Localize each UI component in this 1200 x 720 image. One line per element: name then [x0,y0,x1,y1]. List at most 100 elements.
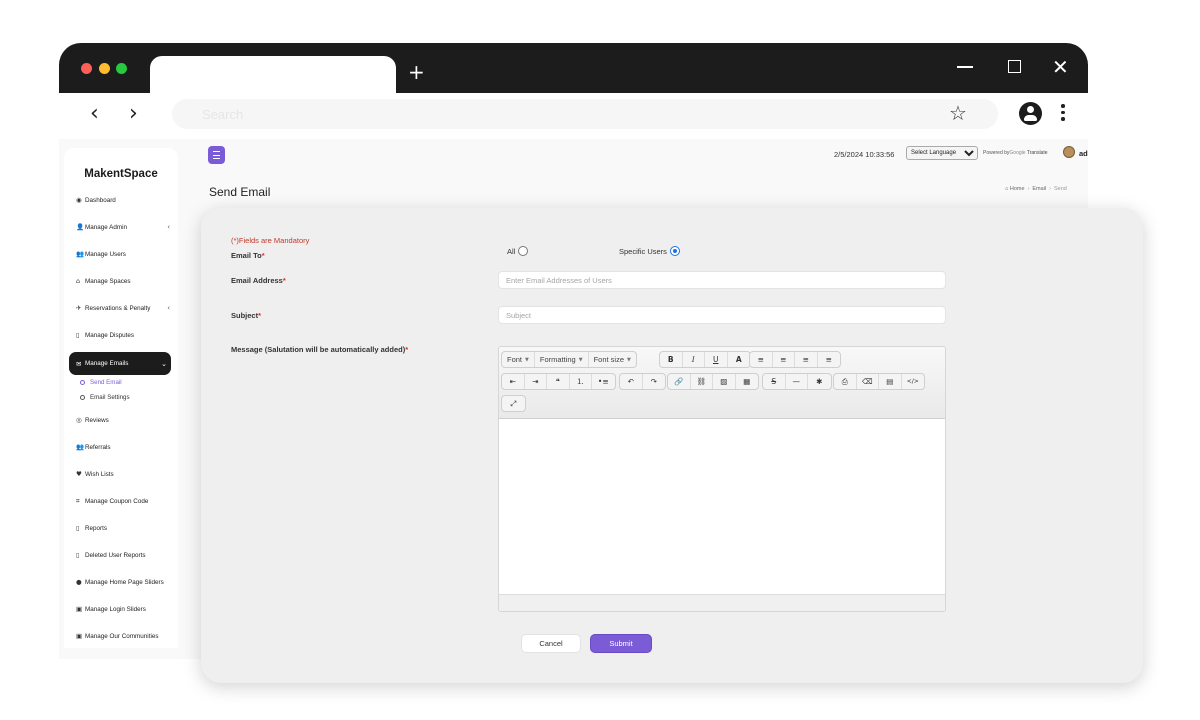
required-mark: * [261,251,265,260]
current-datetime: 2/5/2024 10:33:56 [834,150,895,159]
maximize-icon[interactable] [1008,60,1021,73]
blockquote-icon[interactable]: ❝ [547,374,570,389]
sidebar-subitem-label: Send Email [90,379,122,386]
user-avatar[interactable] [1063,146,1075,158]
profile-icon[interactable] [1019,102,1042,125]
forward-icon[interactable]: › [129,101,138,126]
browser-menu-icon[interactable] [1061,104,1065,124]
sidebar-item-reservations[interactable]: ✈ Reservations & Penalty ‹ [76,304,174,312]
image-icon[interactable]: ▨ [713,374,736,389]
table-icon[interactable]: ▦ [736,374,759,389]
justify-icon[interactable]: ≡ [818,352,841,367]
align-left-icon[interactable]: ≡ [750,352,773,367]
sidebar-item-reports[interactable]: ▯ Reports [76,524,174,532]
outdent-icon[interactable]: ⇤ [502,374,525,389]
sidebar-item-manage-disputes[interactable]: ▯ Manage Disputes [76,331,174,339]
bold-icon[interactable]: B [660,352,683,367]
browser-tab[interactable] [150,56,396,93]
formatting-dropdown[interactable]: Formatting ▼ [535,352,589,367]
numbered-list-icon[interactable]: ⒈ [570,374,592,389]
eraser-icon[interactable]: ⌫ [857,374,879,389]
bullet-list-icon[interactable]: •≡ [592,374,615,389]
document-icon[interactable]: ▤ [879,374,902,389]
list-group: ⇤ ⇥ ❝ ⒈ •≡ [501,373,616,390]
minimize-window-dot[interactable] [99,63,110,74]
editor-content-area[interactable] [499,419,945,594]
home-icon: ⌂ [76,277,81,285]
indent-icon[interactable]: ⇥ [525,374,547,389]
sidebar-subitem-email-settings[interactable]: Email Settings [80,394,130,401]
sidebar-item-manage-emails[interactable]: ✉ Manage Emails ⌄ [69,352,171,375]
sidebar-item-label: Deleted User Reports [85,551,146,559]
circle-icon [80,380,85,385]
sidebar-item-home-sliders[interactable]: ● Manage Home Page Sliders [76,578,174,586]
unlink-icon[interactable]: ⛓ [691,374,713,389]
sidebar-item-label: Dashboard [85,196,116,204]
translate-link[interactable]: Translate [1027,150,1048,156]
undo-icon[interactable]: ↶ [620,374,643,389]
sidebar-subitem-label: Email Settings [90,394,130,401]
sidebar-item-our-communities[interactable]: ▣ Manage Our Communities [76,632,174,640]
redo-icon[interactable]: ↷ [643,374,666,389]
sidebar-item-manage-admin[interactable]: 👤 Manage Admin ‹ [76,223,174,231]
menu-toggle-button[interactable] [208,146,225,164]
sidebar-item-login-sliders[interactable]: ▣ Manage Login Sliders [76,605,174,613]
sidebar-item-manage-spaces[interactable]: ⌂ Manage Spaces [76,277,174,285]
message-editor: Font ▼ Formatting ▼ Font size ▼ B I U A ≡ ≡… [498,346,946,612]
file-icon: ▯ [76,551,80,559]
new-tab-icon[interactable]: + [408,60,425,84]
sidebar-item-coupon-code[interactable]: ⌗ Manage Coupon Code [76,497,174,506]
submit-button[interactable]: Submit [590,634,652,653]
print-icon[interactable]: ⎙ [834,374,857,389]
plane-icon: ✈ [76,304,82,312]
special-char-icon[interactable]: ✱ [808,374,831,389]
maximize-icon[interactable]: ⤢ [502,396,525,411]
strikethrough-icon[interactable]: S [763,374,786,389]
minimize-icon[interactable] [957,66,973,68]
radio-specific-input[interactable] [669,246,680,256]
underline-icon[interactable]: U [705,352,728,367]
sidebar-item-deleted-user-reports[interactable]: ▯ Deleted User Reports [76,551,174,559]
breadcrumb-home[interactable]: Home [1010,186,1025,192]
image-icon: ▣ [76,605,83,613]
users-icon: 👥 [76,443,85,451]
radio-all[interactable]: All [507,246,529,256]
sidebar-item-reviews[interactable]: ◎ Reviews [76,416,174,424]
subject-input[interactable] [498,306,946,324]
sidebar-item-manage-users[interactable]: 👥 Manage Users [76,250,174,258]
radio-specific-users[interactable]: Specific Users [619,246,680,256]
user-name[interactable]: ad [1079,149,1088,158]
close-window-dot[interactable] [81,63,92,74]
back-icon[interactable]: ‹ [90,101,99,126]
align-right-icon[interactable]: ≡ [795,352,818,367]
close-icon[interactable]: ✕ [1052,55,1069,79]
text-color-icon[interactable]: A [728,352,751,367]
align-center-icon[interactable]: ≡ [773,352,795,367]
format-dropdown-group: Font ▼ Formatting ▼ Font size ▼ [501,351,637,368]
radio-all-input[interactable] [518,246,529,256]
font-size-dropdown[interactable]: Font size ▼ [589,352,636,367]
horizontal-rule-icon[interactable]: — [786,374,808,389]
zoom-window-dot[interactable] [116,63,127,74]
required-mark: * [282,276,286,285]
cancel-button[interactable]: Cancel [521,634,581,653]
language-select[interactable]: Select Language [906,146,978,160]
chevron-down-icon: ⌄ [161,359,167,368]
bookmark-star-icon[interactable]: ☆ [949,101,967,125]
editor-status-bar [499,594,945,611]
italic-icon[interactable]: I [683,352,705,367]
sidebar-item-wish-lists[interactable]: ♥ Wish Lists [76,470,174,478]
font-dropdown[interactable]: Font ▼ [502,352,535,367]
sidebar-item-dashboard[interactable]: ◉ Dashboard [76,196,174,204]
search-input[interactable] [172,99,998,129]
source-code-icon[interactable]: </> [902,374,925,389]
sidebar-item-referrals[interactable]: 👥 Referrals [76,443,174,451]
brand-logo: MakentSpace [84,168,158,180]
sidebar-subitem-send-email[interactable]: Send Email [80,379,122,386]
circle-icon [80,395,85,400]
email-address-input[interactable] [498,271,946,289]
message-label: Message (Salutation will be automaticall… [231,345,408,354]
email-to-label: Email To* [231,251,265,260]
link-icon[interactable]: 🔗 [668,374,691,389]
breadcrumb-email[interactable]: Email [1032,186,1046,192]
